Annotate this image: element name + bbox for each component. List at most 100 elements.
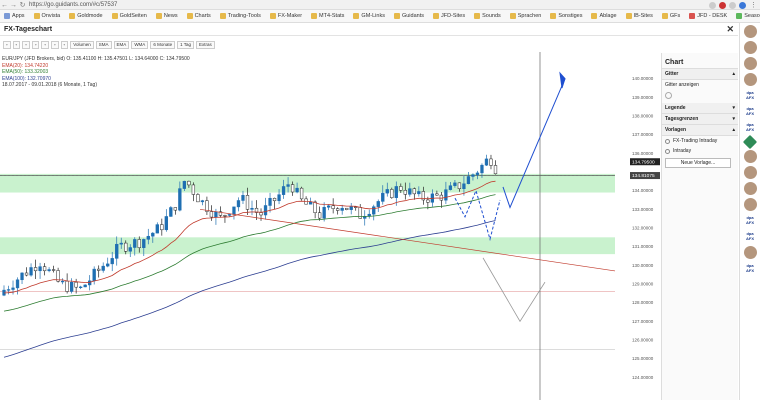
bookmark-item[interactable]: Sonstiges [550, 13, 582, 19]
bookmark-item[interactable]: Sounds [474, 13, 501, 19]
vorlage-option[interactable]: FX-Trading Intraday [662, 136, 738, 146]
folder-icon [111, 13, 118, 19]
bookmark-label: MT4-Stats [319, 13, 345, 19]
candle-body [97, 268, 101, 271]
candle-body [232, 206, 236, 215]
candle-body [354, 206, 358, 208]
dpa-afx-logo[interactable]: dpa AFX [743, 214, 757, 227]
dpa-afx-logo[interactable]: dpa AFX [743, 262, 757, 275]
section-vorlagen[interactable]: Vorlagen ▴ [662, 125, 738, 136]
bookmark-item[interactable]: News [155, 13, 178, 19]
forward-icon[interactable]: → [9, 1, 18, 10]
bookmark-item[interactable]: GoldSeiten [111, 13, 147, 19]
candle-body [272, 197, 277, 202]
avatar[interactable] [743, 246, 757, 259]
radio-icon[interactable] [665, 138, 670, 144]
candlestick-chart[interactable]: 140.00000 139.00000 138.00000 137.00000 136.… [0, 52, 660, 400]
folder-icon [393, 13, 400, 19]
bookmark-item[interactable]: Ablage [591, 13, 617, 19]
bookmark-label: Sounds [482, 13, 501, 19]
crosshair-icon[interactable]: ▫ [22, 40, 30, 49]
close-icon[interactable]: ✕ [726, 24, 734, 35]
dpa-afx-logo[interactable]: dpa AFX [743, 230, 757, 243]
bookmark-item[interactable]: JFD-Sites [432, 13, 465, 19]
bookmark-item[interactable]: MT4-Stats [311, 13, 344, 19]
support-zone [0, 237, 615, 255]
draw-icon[interactable]: ▫ [31, 40, 40, 49]
collapse-icon[interactable]: ▴ [732, 127, 735, 133]
bookmark-item[interactable]: Onvista [33, 13, 60, 19]
avatar[interactable] [743, 198, 757, 211]
dpa-afx-logo[interactable]: dpa AFX [743, 121, 757, 134]
zoom-out-icon[interactable]: ▫ [12, 40, 21, 49]
candle-body [417, 191, 421, 195]
menu-icon[interactable]: ⋮ [749, 1, 758, 10]
folder-icon [33, 13, 40, 19]
bookmark-item[interactable]: SeasonalBull [736, 13, 760, 19]
reload-icon[interactable]: ↻ [18, 1, 27, 10]
expand-icon[interactable]: ▾ [732, 105, 735, 111]
back-icon[interactable]: ← [0, 1, 9, 10]
vorlage-option[interactable]: Intraday [662, 146, 738, 156]
folder-icon [155, 13, 162, 19]
radio-icon[interactable] [665, 148, 670, 154]
section-vorlagen-label: Vorlagen [665, 127, 687, 133]
bookmark-item[interactable]: FX-Maker [269, 13, 302, 19]
extension-icon-2[interactable] [729, 1, 736, 9]
bookmark-item[interactable]: Charts [186, 13, 211, 19]
expand-icon[interactable]: ▾ [732, 116, 735, 122]
fib-icon[interactable]: ▫ [51, 40, 59, 49]
bookmark-item[interactable]: Apps [4, 13, 25, 19]
bookmark-item[interactable]: GM-Links [353, 13, 385, 19]
dpa-afx-logo[interactable]: dpa AFX [743, 105, 757, 118]
bookmark-label: News [163, 13, 178, 19]
avatar[interactable] [743, 25, 757, 38]
gitter-toggle[interactable] [665, 92, 672, 99]
avatar[interactable] [743, 73, 757, 86]
profile-icon[interactable] [739, 1, 746, 9]
bookmark-label: Sonstiges [558, 13, 583, 19]
candle-body [173, 207, 177, 211]
folder-icon [661, 13, 668, 19]
bookmark-item[interactable]: Guidants [393, 13, 424, 19]
bookmark-label: Ablage [599, 13, 617, 19]
candle-body [471, 174, 475, 177]
avatar[interactable] [743, 57, 757, 70]
avatar[interactable] [743, 41, 757, 54]
section-legende[interactable]: Legende ▾ [662, 103, 738, 114]
toolbar-button[interactable]: Volumen [70, 40, 94, 49]
chart-area[interactable]: 140.00000 139.00000 138.00000 137.00000 136.… [0, 52, 660, 400]
toolbar-button[interactable]: EMA [113, 40, 130, 49]
candle-body [444, 189, 448, 201]
collapse-icon[interactable]: ▴ [732, 71, 735, 77]
text-icon[interactable]: ▫ [41, 40, 50, 49]
toolbar-button[interactable]: WMA [131, 40, 149, 49]
avatar[interactable] [743, 150, 757, 163]
bookmark-item[interactable]: Trading-Tools [219, 13, 261, 19]
zoom-in-icon[interactable]: ▫ [3, 40, 11, 49]
bookmark-item[interactable]: JFD - DESK [689, 13, 727, 19]
candle-body [426, 199, 430, 203]
line-icon[interactable]: ▫ [60, 40, 69, 49]
toolbar-button[interactable]: 6 Monate [150, 40, 176, 49]
bookmark-item[interactable]: Goldmode [69, 13, 103, 19]
candle-body [493, 165, 498, 175]
new-template-button[interactable]: Neue Vorlage... [665, 158, 731, 168]
avatar[interactable] [743, 182, 757, 195]
toolbar-button[interactable]: 1 Tag [177, 40, 195, 49]
avatar[interactable] [743, 166, 757, 179]
section-tagesgrenzen[interactable]: Tagesgrenzen ▾ [662, 114, 738, 125]
bookmark-item[interactable]: Sprachen [509, 13, 541, 19]
url-field[interactable]: https://go.guidants.com/#c/57537 [29, 2, 760, 8]
star-icon[interactable] [709, 1, 716, 9]
dpa-afx-logo[interactable]: dpa AFX [743, 89, 757, 102]
price-tick-label: 136.00000 [632, 151, 654, 156]
diamond-icon[interactable] [742, 134, 758, 150]
section-gitter[interactable]: Gitter ▴ [662, 69, 738, 80]
price-tick-label: 131.00000 [632, 244, 654, 249]
bookmark-item[interactable]: IB-Sites [625, 13, 653, 19]
extension-icon[interactable] [719, 1, 726, 9]
bookmark-item[interactable]: GFs [661, 13, 680, 19]
toolbar-button[interactable]: SMA [95, 40, 112, 49]
toolbar-button[interactable]: Extras [196, 40, 215, 49]
